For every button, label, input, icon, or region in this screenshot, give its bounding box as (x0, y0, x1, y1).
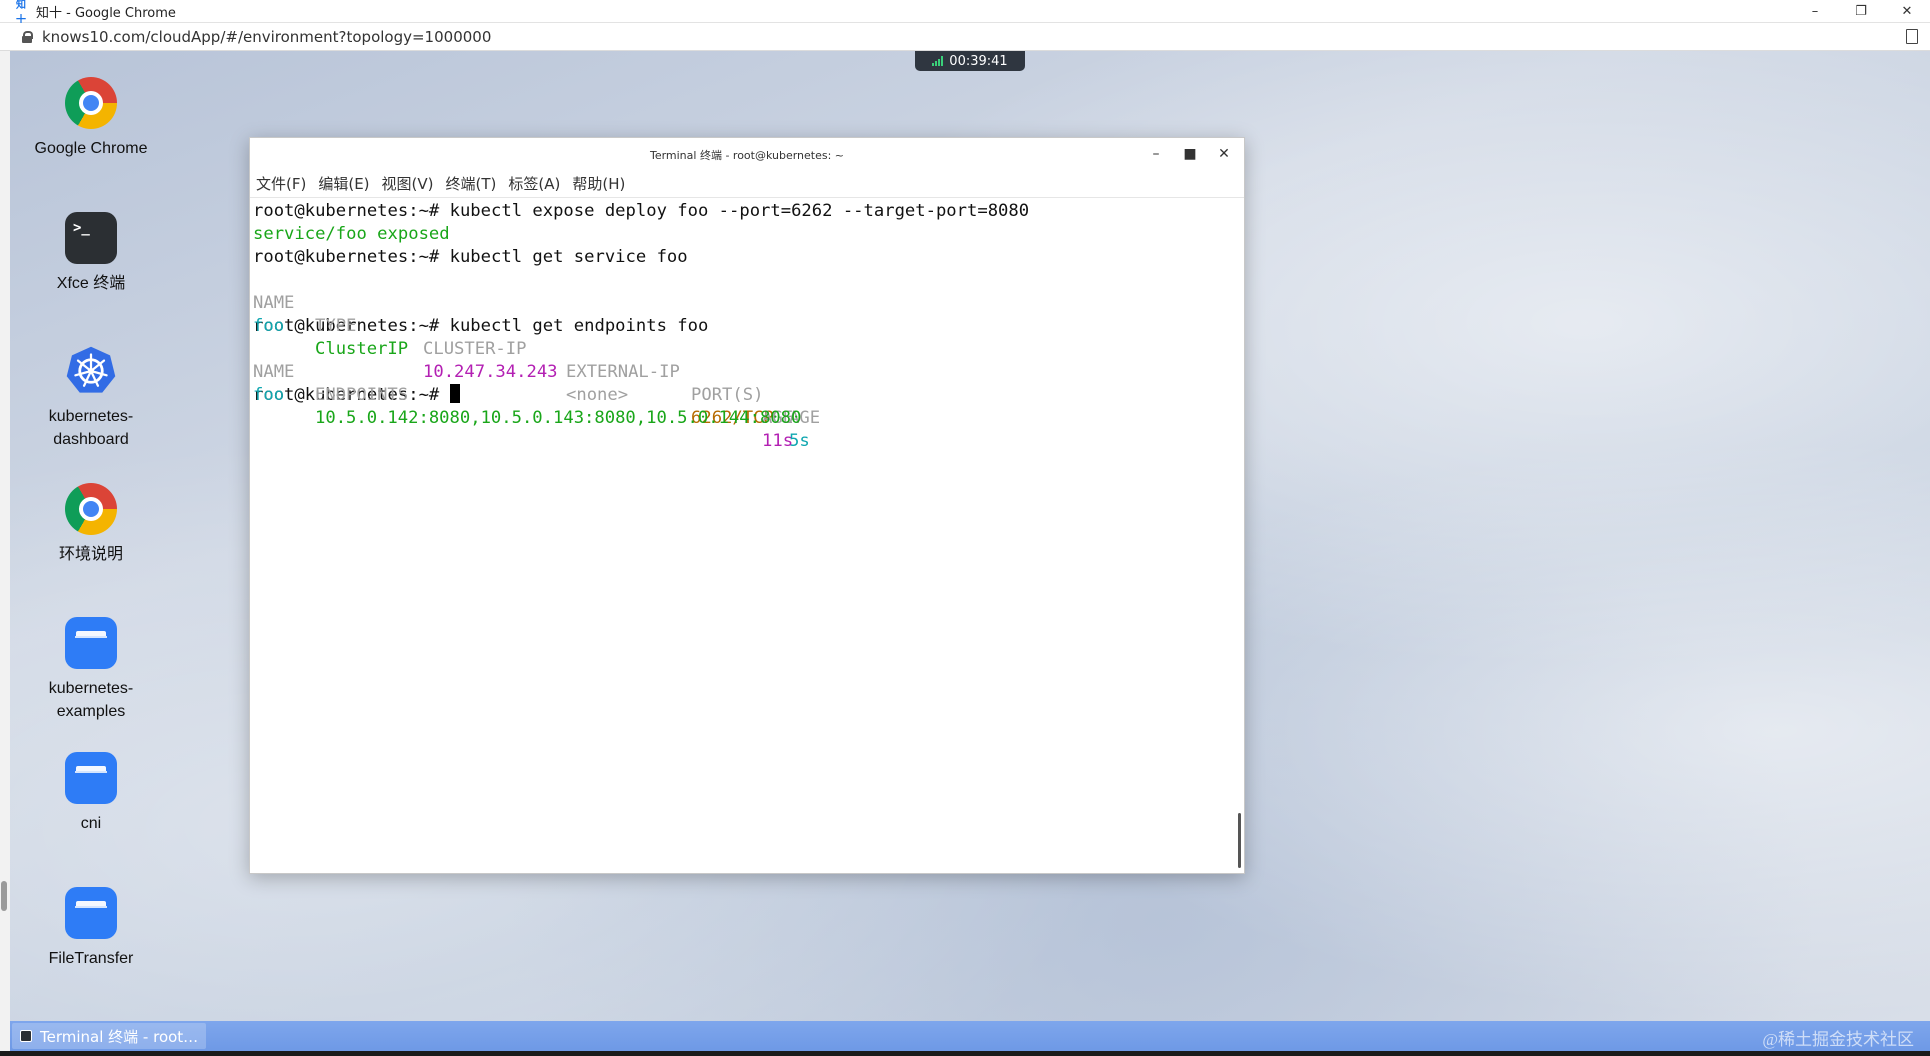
desktop-icon-filetransfer[interactable]: FileTransfer (26, 887, 156, 970)
menu-view[interactable]: 视图(V) (382, 173, 434, 194)
terminal-output[interactable]: root@kubernetes:~# kubectl expose deploy… (253, 200, 1234, 871)
text-cursor (449, 384, 460, 403)
session-timer: 00:39:41 (915, 51, 1025, 71)
desktop-icon-label: cni (80, 815, 102, 832)
menu-help[interactable]: 帮助(H) (572, 173, 625, 194)
desktop-icon-env-info[interactable]: 环境说明 (26, 483, 156, 566)
page-action-icon[interactable] (1906, 29, 1918, 44)
table-cell: 11s (762, 431, 794, 451)
desktop-icon-cni[interactable]: cni (26, 752, 156, 835)
prompt: root@kubernetes:~# (253, 201, 450, 221)
folder-icon (65, 617, 117, 669)
terminal-window[interactable]: Terminal 终端 - root@kubernetes: ~ – ■ ✕ 文… (249, 137, 1245, 874)
minimize-icon[interactable]: – (1792, 0, 1838, 22)
terminal-scrollbar[interactable] (1238, 813, 1241, 868)
bottom-edge (0, 1051, 1930, 1056)
col-header: PORT(S) (691, 385, 764, 405)
address-bar[interactable]: knows10.com/cloudApp/#/environment?topol… (0, 23, 1930, 51)
terminal-icon: >_ (65, 212, 117, 264)
table-cell: foo (253, 316, 285, 336)
kubernetes-icon (65, 345, 117, 397)
menu-edit[interactable]: 编辑(E) (318, 173, 369, 194)
minimize-icon[interactable]: – (1146, 144, 1166, 164)
signal-icon (932, 56, 944, 66)
menu-file[interactable]: 文件(F) (256, 173, 306, 194)
desktop-icon-label: 环境说明 (58, 546, 123, 563)
folder-icon (65, 752, 117, 804)
terminal-line: root@kubernetes:~# kubectl get endpoints… (253, 315, 1234, 338)
desktop-icon-label: kubernetes- examples (48, 680, 134, 720)
desktop-icon-label: FileTransfer (48, 950, 134, 967)
browser-titlebar: 知十 知十 - Google Chrome – ❐ ✕ (0, 0, 1930, 26)
taskbar: Terminal 终端 - root… (10, 1021, 1930, 1051)
url-text[interactable]: knows10.com/cloudApp/#/environment?topol… (42, 28, 491, 46)
desktop-icon-label: Xfce 终端 (56, 275, 126, 292)
desktop-icon-label: kubernetes- dashboard (48, 408, 134, 448)
table-cell: foo (253, 385, 285, 405)
desktop-icon-label: Google Chrome (34, 140, 148, 157)
watermark: @稀土掘金技术社区 (1762, 1030, 1914, 1049)
col-header: TYPE (315, 316, 357, 336)
prompt: root@kubernetes:~# (253, 247, 450, 267)
terminal-line: NAME TYPE CLUSTER-IP EXTERNAL-IP PORT(S)… (253, 269, 1234, 428)
table-cell: <none> (566, 385, 629, 405)
chrome-icon (65, 77, 117, 129)
command: kubectl expose deploy foo --port=6262 --… (449, 201, 1030, 221)
desktop-icon-google-chrome[interactable]: Google Chrome (26, 77, 156, 160)
terminal-line: foo 10.5.0.142:8080,10.5.0.143:8080,10.5… (253, 361, 1234, 451)
terminal-icon (20, 1030, 32, 1042)
restore-icon[interactable]: ❐ (1838, 0, 1884, 22)
timer-text: 00:39:41 (949, 53, 1008, 69)
terminal-line: service/foo exposed (253, 223, 1234, 246)
maximize-icon[interactable]: ■ (1180, 144, 1200, 164)
site-favicon-icon: 知十 (16, 0, 26, 26)
close-icon[interactable]: ✕ (1884, 0, 1930, 22)
terminal-line: root@kubernetes:~# kubectl expose deploy… (253, 200, 1234, 223)
desktop-icon-kubernetes-dashboard[interactable]: kubernetes- dashboard (26, 345, 156, 451)
chrome-icon (65, 483, 117, 535)
terminal-titlebar[interactable]: Terminal 终端 - root@kubernetes: ~ – ■ ✕ (250, 138, 1244, 170)
terminal-line: NAME ENDPOINTS AGE (253, 338, 1234, 428)
col-header: ENDPOINTS (315, 385, 409, 405)
folder-icon (65, 887, 117, 939)
window-title: 知十 - Google Chrome (36, 5, 176, 21)
lock-icon[interactable] (22, 30, 33, 43)
desktop-icon-xfce-terminal[interactable]: >_ Xfce 终端 (26, 212, 156, 295)
taskbar-item-label: Terminal 终端 - root… (40, 1027, 199, 1046)
resize-handle[interactable] (1, 881, 7, 911)
close-icon[interactable]: ✕ (1214, 144, 1234, 164)
terminal-window-controls: – ■ ✕ (1146, 144, 1234, 164)
desktop-icon-kubernetes-examples[interactable]: kubernetes- examples (26, 617, 156, 723)
taskbar-item-terminal[interactable]: Terminal 终端 - root… (12, 1023, 207, 1049)
terminal-line: root@kubernetes:~# kubectl get service f… (253, 246, 1234, 269)
terminal-line: foo ClusterIP 10.247.34.243 <none> 6262/… (253, 292, 1234, 451)
table-cell: 10.5.0.142:8080,10.5.0.143:8080,10.5.0.1… (315, 408, 802, 428)
command-output: service/foo exposed (253, 224, 450, 244)
terminal-title: Terminal 终端 - root@kubernetes: ~ (649, 149, 845, 162)
menu-tabs[interactable]: 标签(A) (508, 173, 560, 194)
command: kubectl get endpoints foo (449, 316, 709, 336)
command: kubectl get service foo (449, 247, 688, 267)
terminal-menubar: 文件(F) 编辑(E) 视图(V) 终端(T) 标签(A) 帮助(H) (250, 170, 1244, 198)
menu-terminal[interactable]: 终端(T) (446, 173, 497, 194)
window-controls: – ❐ ✕ (1792, 0, 1930, 22)
